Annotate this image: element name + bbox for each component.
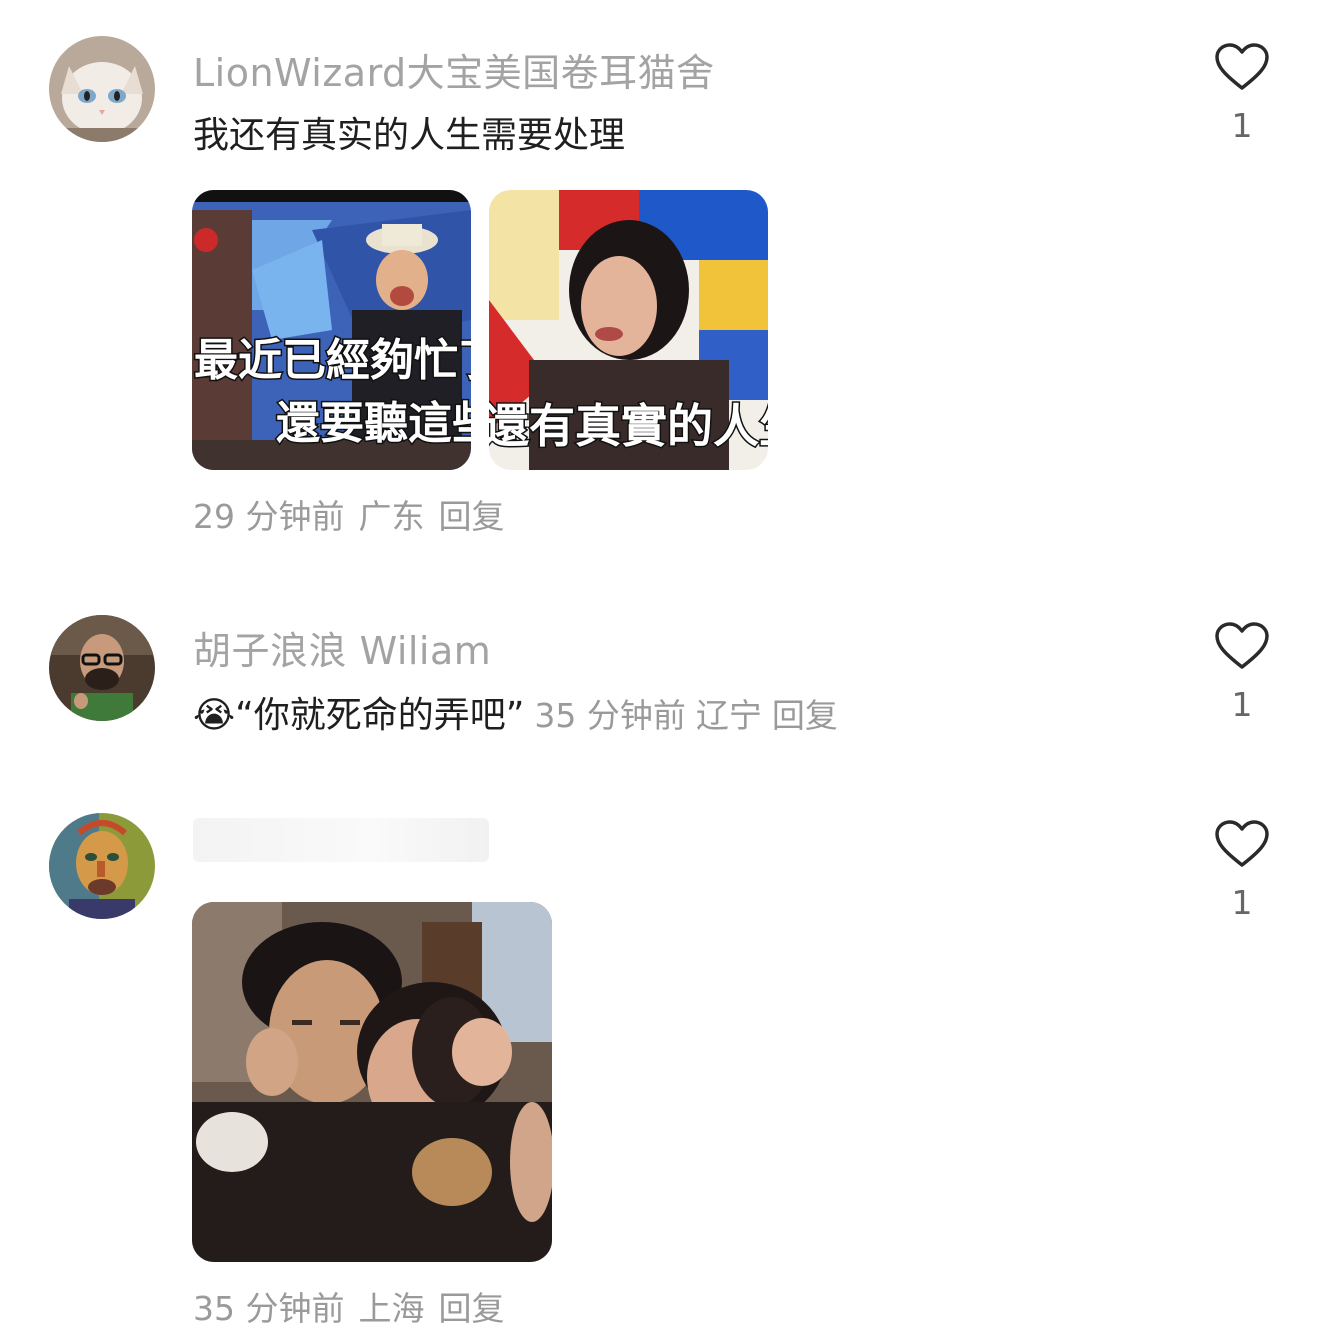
comment-location: 广东 [358,497,425,536]
comment-image[interactable] [192,902,552,1262]
reply-button[interactable]: 回复 [772,696,838,735]
avatar[interactable] [49,615,155,721]
image-caption: 還有真實的人生要 [489,399,768,453]
like-button[interactable]: 1 [1210,819,1274,922]
like-count: 1 [1231,883,1253,922]
heart-outline-icon [1215,43,1269,90]
comment-image[interactable]: 最近已經夠忙了 還要聽這些廢話 [192,190,471,470]
heart-outline-icon [1215,622,1269,669]
image-caption: 最近已經夠忙了 [194,335,471,386]
comment-body: “你就死命的弄吧” [235,695,525,736]
avatar[interactable] [49,813,155,919]
comment-meta: 35 分钟前 辽宁 回复 [534,696,847,735]
like-count: 1 [1231,685,1253,724]
like-button[interactable]: 1 [1210,621,1274,724]
comment-image[interactable]: 還有真實的人生要 [489,190,768,470]
username-redacted [193,818,489,862]
reply-button[interactable]: 回复 [438,1282,504,1330]
heart-outline-icon [1215,820,1269,867]
reply-button[interactable]: 回复 [438,490,504,538]
comment-meta: 29 分钟前 广东 回复 [193,490,504,538]
username[interactable]: LionWizard大宝美国卷耳猫舍 [193,42,715,97]
like-count: 1 [1231,106,1253,145]
comment-text: 我还有真实的人生需要处理 [193,115,626,156]
comment-time: 29 分钟前 [193,497,345,536]
comment-location: 辽宁 [695,696,762,735]
comment-time: 35 分钟前 [534,696,686,735]
username[interactable]: 胡子浪浪 Wiliam [193,620,491,675]
comment-time: 35 分钟前 [193,1289,345,1328]
like-button[interactable]: 1 [1210,42,1274,145]
crying-emoji-icon: 😭 [193,695,236,736]
comment-location: 上海 [358,1289,425,1328]
comment-meta: 35 分钟前 上海 回复 [193,1282,504,1330]
comment-text: 😭“你就死命的弄吧” 35 分钟前 辽宁 回复 [193,686,848,738]
image-caption: 還要聽這些廢話 [276,398,471,449]
avatar[interactable] [49,36,155,142]
